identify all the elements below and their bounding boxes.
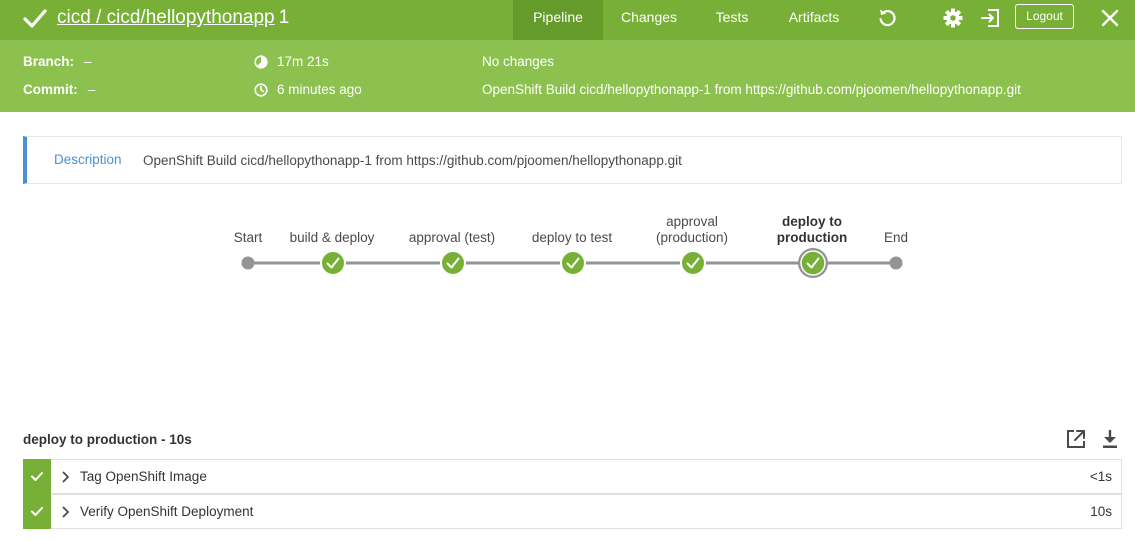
steps-heading: deploy to production - 10s	[23, 432, 192, 447]
step-row[interactable]: Verify OpenShift Deployment 10s	[23, 494, 1122, 529]
tab-artifacts[interactable]: Artifacts	[772, 0, 856, 40]
stage-node-deploy-production[interactable]	[798, 248, 828, 278]
checkmark-icon	[23, 9, 47, 28]
stage-node-approval-production[interactable]	[680, 250, 706, 276]
finished-time: 6 minutes ago	[277, 82, 362, 97]
stage-node-deploy-test[interactable]	[560, 250, 586, 276]
logout-button[interactable]: Logout	[1015, 4, 1074, 29]
run-summary: Branch: – Commit: – 17m 21s 6 minutes ago …	[0, 40, 1135, 112]
step-name: Tag OpenShift Image	[80, 469, 207, 484]
duration: 17m 21s	[277, 54, 329, 69]
breadcrumb[interactable]: cicd / cicd/hellopythonapp	[57, 7, 275, 28]
tab-tests[interactable]: Tests	[697, 0, 767, 40]
tab-changes[interactable]: Changes	[603, 0, 695, 40]
download-icon[interactable]	[1099, 428, 1121, 450]
run-number: 1	[278, 7, 290, 28]
stage-node-build-deploy[interactable]	[320, 250, 346, 276]
description-text: OpenShift Build cicd/hellopythonapp-1 fr…	[143, 153, 682, 168]
exit-icon[interactable]	[980, 7, 1002, 29]
stage-node-approval-test[interactable]	[440, 250, 466, 276]
chevron-right-icon[interactable]	[60, 470, 72, 484]
breadcrumb-separator: /	[90, 7, 107, 28]
breadcrumb-org[interactable]: cicd	[57, 7, 91, 28]
pipeline-graph: Start build & deploy approval (test) dep…	[0, 200, 1135, 300]
breadcrumb-pipeline[interactable]: cicd/hellopythonapp	[107, 7, 275, 28]
checkmark-icon	[31, 507, 43, 516]
chevron-right-icon[interactable]	[60, 505, 72, 519]
changes-summary: No changes	[482, 54, 555, 69]
commit-value: –	[87, 82, 96, 97]
step-status-success	[23, 459, 51, 494]
step-duration: 10s	[1090, 504, 1112, 519]
step-status-success	[23, 494, 51, 529]
step-duration: <1s	[1089, 469, 1112, 484]
open-external-icon[interactable]	[1065, 428, 1087, 450]
top-bar: cicd / cicd/hellopythonapp 1 Pipeline Cha…	[0, 0, 1135, 40]
branch-row: Branch: –	[23, 53, 92, 71]
description-label: Description	[54, 152, 122, 167]
end-node	[889, 256, 903, 270]
commit-row: Commit: –	[23, 81, 95, 99]
checkmark-icon	[31, 472, 43, 481]
pipeline-graph-svg	[241, 248, 903, 278]
branch-label: Branch:	[23, 54, 75, 69]
description-panel: Description OpenShift Build cicd/hellopy…	[23, 136, 1122, 184]
duration-icon	[254, 55, 268, 69]
close-icon[interactable]	[1099, 7, 1121, 29]
commit-label: Commit:	[23, 82, 78, 97]
tab-pipeline[interactable]: Pipeline	[513, 0, 603, 40]
step-row[interactable]: Tag OpenShift Image <1s	[23, 459, 1122, 494]
step-name: Verify OpenShift Deployment	[80, 504, 254, 519]
start-node	[241, 256, 255, 270]
clock-icon	[254, 83, 268, 97]
run-cause: OpenShift Build cicd/hellopythonapp-1 fr…	[482, 82, 1021, 97]
branch-value: –	[84, 54, 92, 69]
gear-icon[interactable]	[942, 7, 964, 29]
page-title: cicd / cicd/hellopythonapp 1	[57, 6, 289, 30]
replay-icon[interactable]	[876, 7, 898, 29]
